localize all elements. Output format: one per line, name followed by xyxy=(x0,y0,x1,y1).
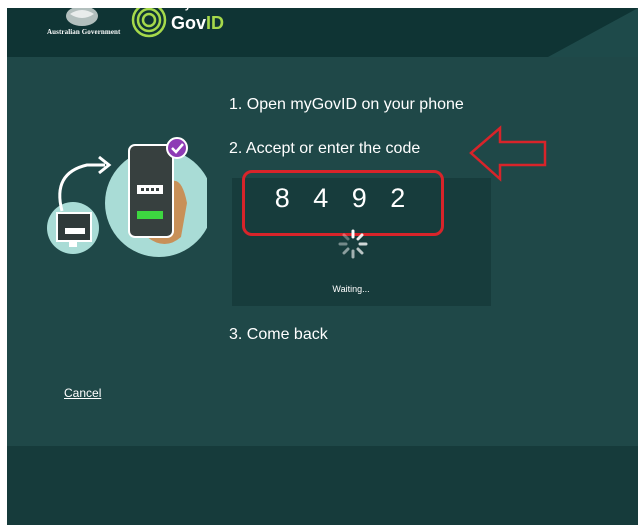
phone-illustration-icon xyxy=(47,137,207,257)
mygovid-logo-icon xyxy=(131,8,167,38)
step-come-back: 3. Come back xyxy=(229,326,328,343)
brand-accent: ID xyxy=(206,13,225,33)
brand-main: Gov xyxy=(171,13,207,33)
code-highlight-box xyxy=(242,170,444,236)
waiting-status: Waiting... xyxy=(332,284,370,294)
header-decoration xyxy=(548,8,638,57)
cancel-link[interactable]: Cancel xyxy=(64,386,101,400)
government-label: Australian Government xyxy=(47,28,121,36)
red-arrow-annotation xyxy=(469,125,547,182)
step-accept-code: 2. Accept or enter the code xyxy=(229,140,421,157)
brand-top-text: my xyxy=(175,8,191,11)
step-open-app: 1. Open myGovID on your phone xyxy=(229,96,464,113)
loading-spinner-icon xyxy=(338,229,368,259)
coat-of-arms-icon xyxy=(66,8,98,26)
login-window: Australian Government my GovID 1. Open m… xyxy=(7,8,638,525)
footer-bar xyxy=(7,446,638,525)
header-bar: Australian Government my GovID xyxy=(7,8,638,57)
brand-name: GovID xyxy=(171,13,224,34)
